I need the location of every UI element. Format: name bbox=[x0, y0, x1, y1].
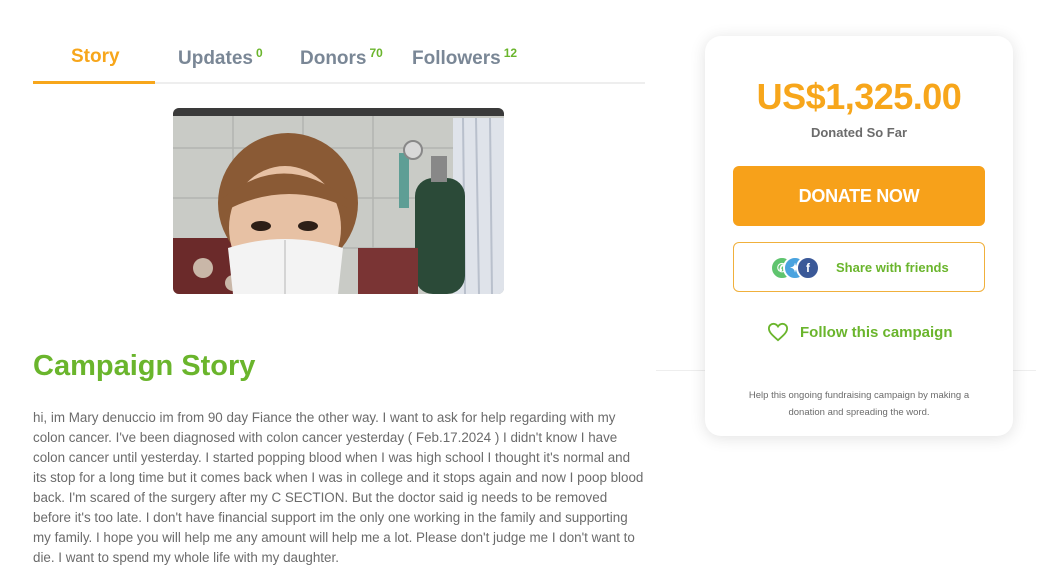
share-with-friends-label: Share with friends bbox=[836, 260, 949, 275]
campaign-photo[interactable] bbox=[173, 108, 504, 294]
tab-followers[interactable]: Followers 12 bbox=[412, 46, 517, 84]
donation-card: US$1,325.00 Donated So Far DONATE NOW ✆ … bbox=[705, 36, 1013, 436]
campaign-page: Story Updates 0 Donors 70 Followers 12 C… bbox=[0, 0, 1060, 572]
campaign-tabs: Story Updates 0 Donors 70 Followers 12 bbox=[33, 38, 645, 84]
campaign-story-heading: Campaign Story bbox=[33, 350, 256, 382]
amount-raised-label: Donated So Far bbox=[810, 125, 908, 140]
tab-updates-label: Updates bbox=[178, 48, 253, 69]
tab-followers-label: Followers bbox=[412, 48, 501, 69]
share-with-friends-button[interactable]: ✆ ✦ f Share with friends bbox=[733, 242, 985, 292]
tab-updates[interactable]: Updates 0 bbox=[178, 46, 263, 84]
heart-icon bbox=[767, 322, 789, 342]
help-campaign-text: Help this ongoing fundraising campaign b… bbox=[748, 390, 970, 418]
tab-donors-label: Donors bbox=[300, 48, 367, 69]
tab-followers-count: 12 bbox=[503, 46, 518, 60]
tab-story-label: Story bbox=[71, 46, 120, 67]
follow-campaign-label: Follow this campaign bbox=[800, 324, 953, 341]
tab-updates-count: 0 bbox=[255, 46, 263, 60]
facebook-icon: f bbox=[796, 256, 820, 280]
tab-donors-count: 70 bbox=[369, 46, 383, 60]
campaign-story-text: hi, im Mary denuccio im from 90 day Fian… bbox=[33, 410, 644, 565]
tab-donors[interactable]: Donors 70 bbox=[300, 46, 383, 84]
active-tab-indicator bbox=[33, 81, 155, 84]
share-icons: ✆ ✦ f bbox=[770, 256, 828, 280]
tab-story[interactable]: Story bbox=[71, 46, 120, 84]
campaign-photo-image bbox=[173, 108, 504, 294]
amount-raised: US$1,325.00 bbox=[756, 76, 962, 117]
donate-now-button[interactable]: DONATE NOW bbox=[733, 166, 985, 226]
